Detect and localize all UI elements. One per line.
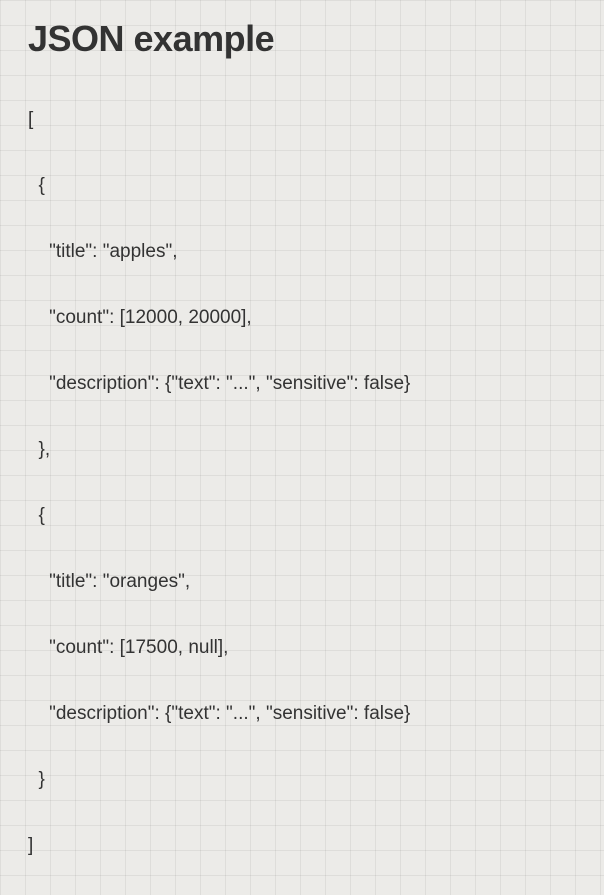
code-line: }, bbox=[28, 433, 576, 466]
code-line: { bbox=[28, 169, 576, 202]
code-line: "title": "oranges", bbox=[28, 565, 576, 598]
document-heading: JSON example bbox=[28, 18, 576, 60]
code-line: { bbox=[28, 499, 576, 532]
code-line: "title": "apples", bbox=[28, 235, 576, 268]
code-line: } bbox=[28, 763, 576, 796]
code-line: "description": {"text": "...", "sensitiv… bbox=[28, 367, 576, 400]
code-line: "description": {"text": "...", "sensitiv… bbox=[28, 697, 576, 730]
code-line: "count": [12000, 20000], bbox=[28, 301, 576, 334]
code-line: ] bbox=[28, 829, 576, 862]
code-example: [ { "title": "apples", "count": [12000, … bbox=[28, 70, 576, 895]
code-line: [ bbox=[28, 103, 576, 136]
code-line: "count": [17500, null], bbox=[28, 631, 576, 664]
